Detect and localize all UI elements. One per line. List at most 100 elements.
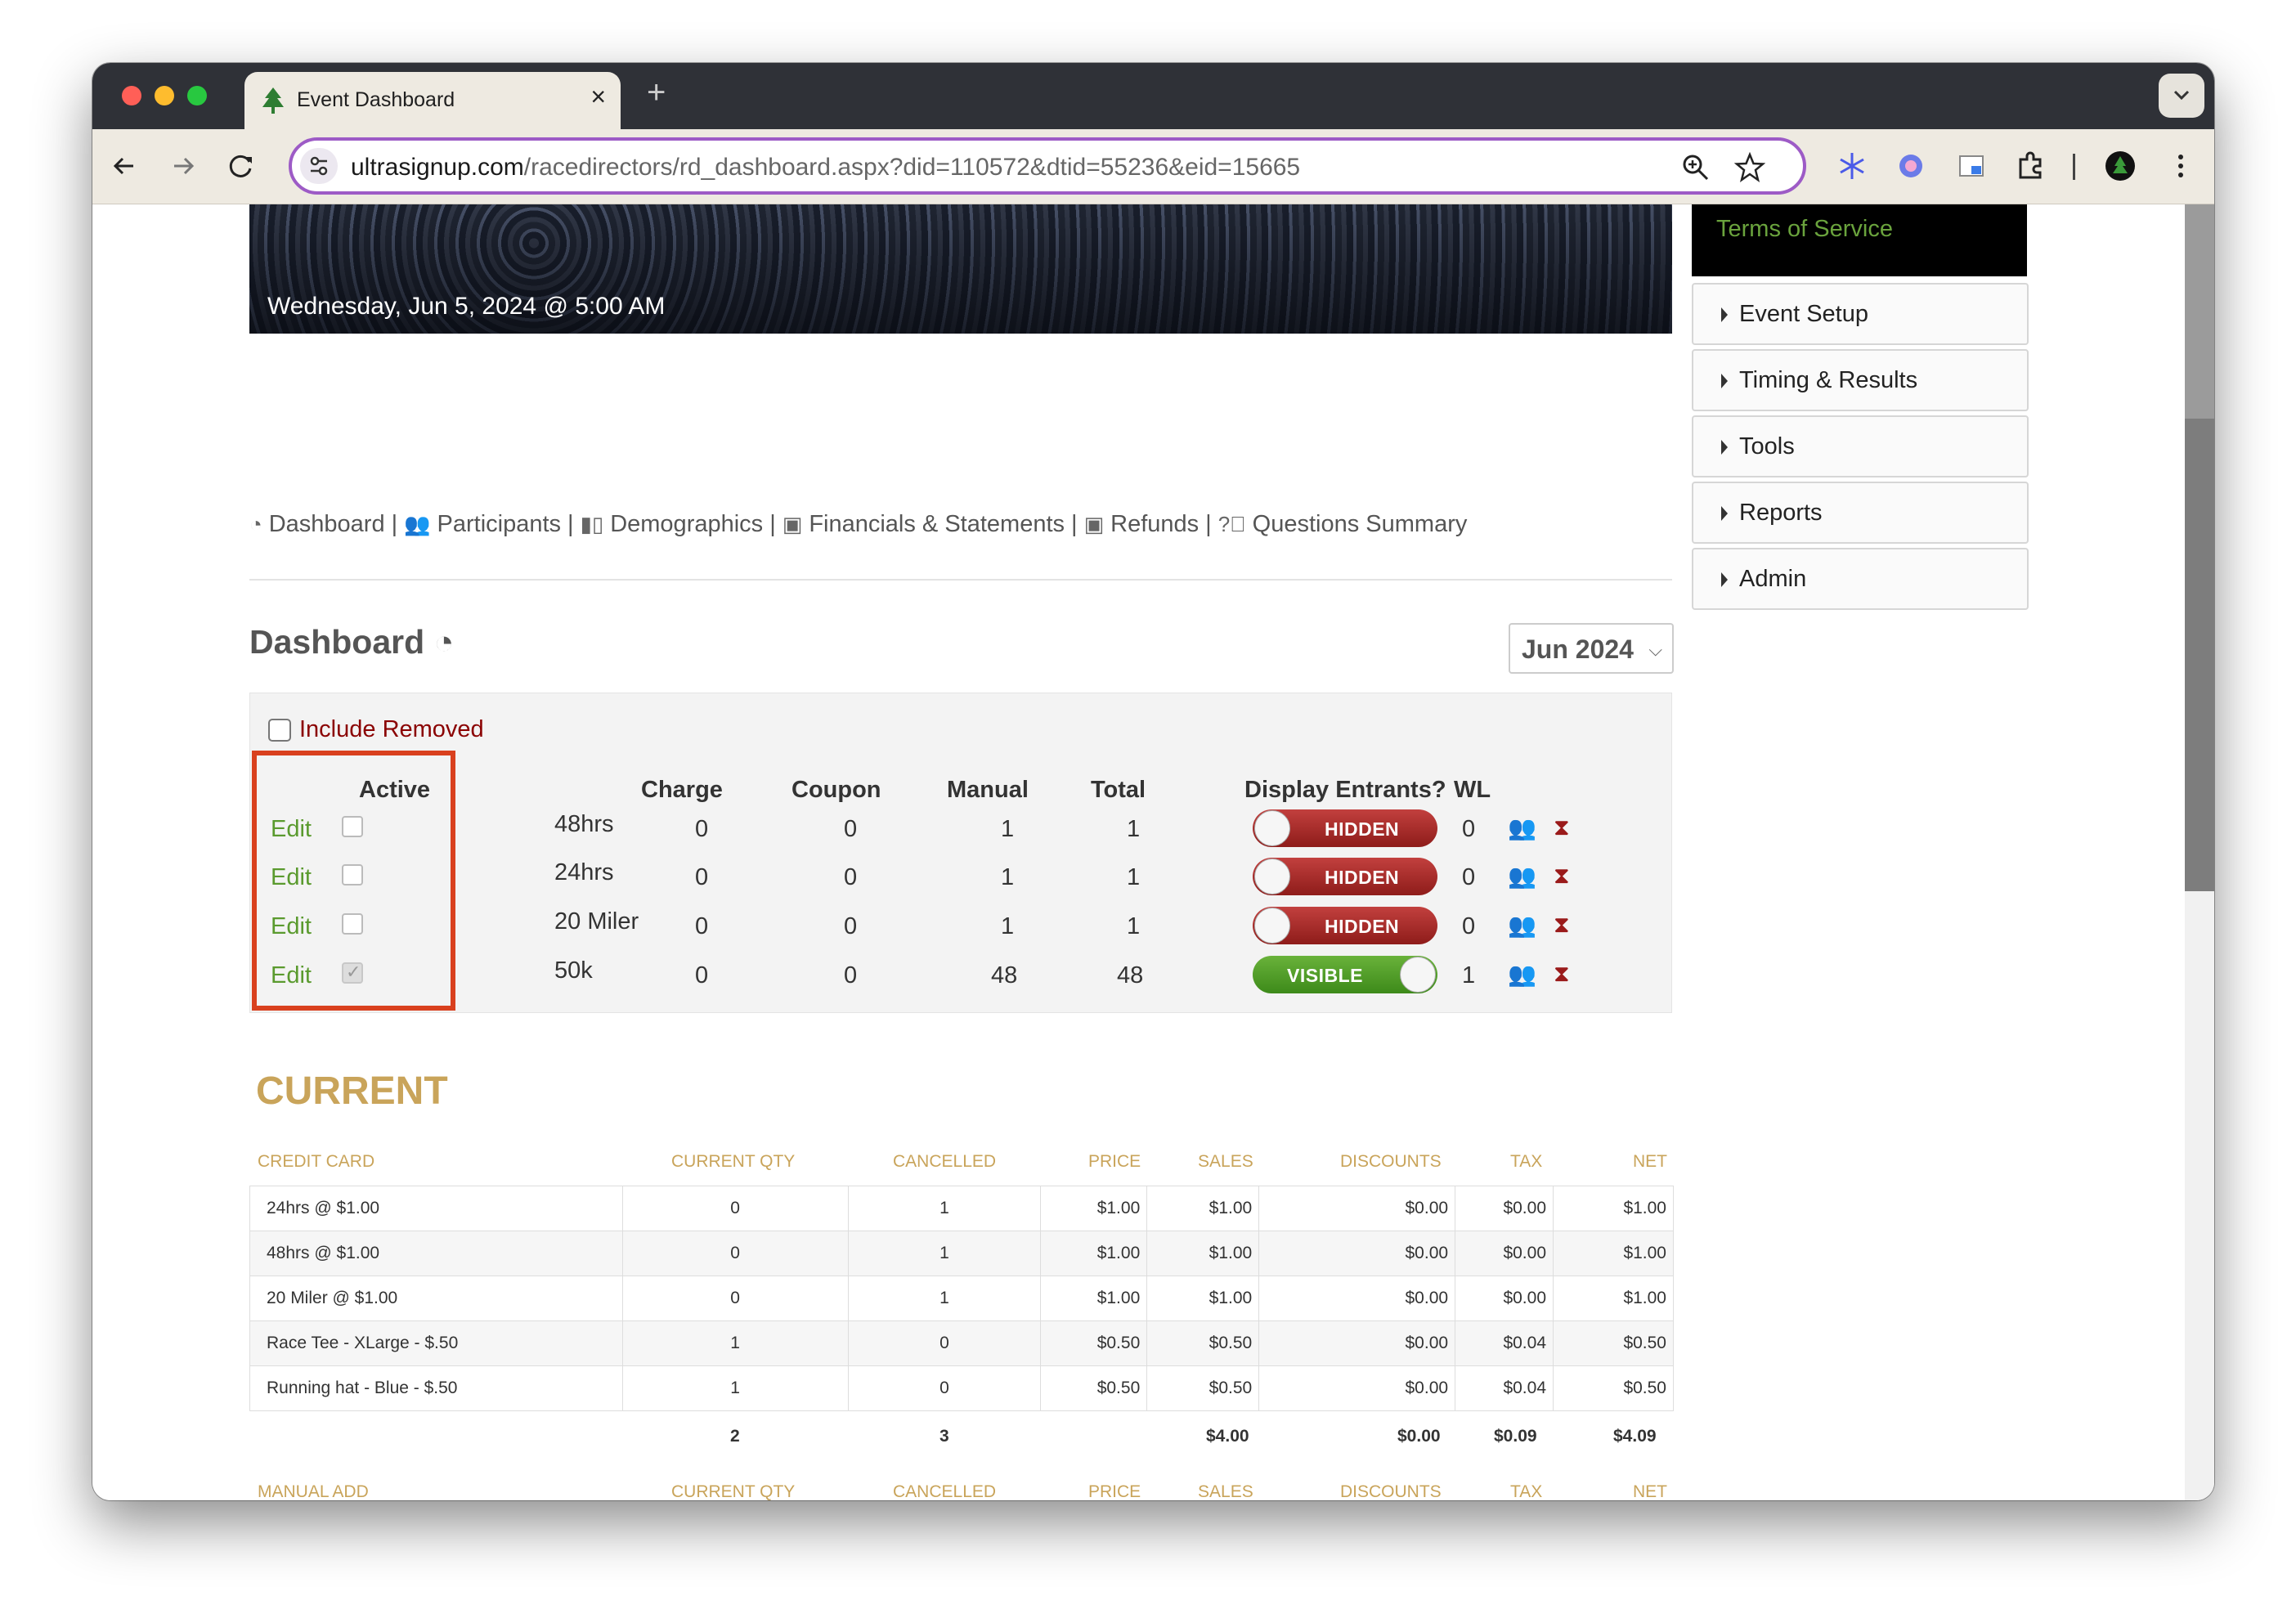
table-row: 24hrs @ $1.00 0 1 $1.00 $1.00 $0.00 $0.00 $1.00 — [249, 1186, 1674, 1231]
display-entrants-toggle[interactable]: HIDDEN — [1253, 907, 1437, 944]
tab-search-button[interactable] — [2159, 74, 2204, 118]
event-banner: Wednesday, Jun 5, 2024 @ 5:00 AM — [249, 204, 1672, 334]
users-icon[interactable]: 👥 — [1508, 961, 1536, 988]
minimize-window-button[interactable] — [155, 86, 174, 105]
edit-link[interactable]: Edit — [271, 864, 312, 891]
table-cell: 0 — [847, 1320, 1042, 1366]
users-icon[interactable]: 👥 — [1508, 863, 1536, 890]
wl-count: 0 — [1462, 864, 1476, 890]
new-tab-icon[interactable]: + — [647, 76, 666, 109]
nav-financials[interactable]: ▣ Financials & Statements — [783, 511, 1065, 538]
header-charge: Charge — [641, 777, 723, 803]
zoom-window-button[interactable] — [187, 86, 207, 105]
manual-count: 1 — [1001, 816, 1015, 842]
sidebar-item-tools[interactable]: Tools — [1692, 415, 2029, 477]
month-select[interactable]: Jun 2024 ⌵ — [1509, 623, 1674, 674]
nav-demographics[interactable]: ▮▯ Demographics — [581, 511, 764, 538]
active-checkbox[interactable] — [342, 962, 363, 984]
include-removed-checkbox[interactable] — [268, 718, 291, 742]
users-icon[interactable]: 👥 — [1508, 912, 1536, 939]
item-name-cell: 24hrs @ $1.00 — [249, 1186, 623, 1231]
include-removed-option[interactable]: Include Removed — [268, 716, 484, 743]
header-active: Active — [359, 777, 431, 803]
profile-avatar-icon[interactable] — [2104, 150, 2137, 182]
dashboard-gauge-icon: ◔ — [433, 623, 455, 661]
forward-arrow-icon[interactable] — [163, 146, 204, 186]
page-scrollbar[interactable] — [2185, 204, 2214, 1500]
terms-of-service-link[interactable]: Terms of Service — [1716, 216, 1893, 243]
nav-participants[interactable]: 👥 Participants — [404, 511, 561, 538]
col-header: TAX — [1510, 1482, 1543, 1500]
caret-right-icon — [1721, 440, 1728, 455]
edit-link[interactable]: Edit — [271, 913, 312, 940]
nav-refunds[interactable]: ▣ Refunds — [1084, 511, 1200, 538]
col-header: CANCELLED — [893, 1152, 997, 1171]
display-entrants-toggle[interactable]: HIDDEN — [1253, 809, 1437, 847]
close-window-button[interactable] — [122, 86, 141, 105]
hourglass-icon[interactable]: ⧗ — [1554, 912, 1570, 939]
event-name: 20 Miler — [554, 908, 639, 935]
edit-link[interactable]: Edit — [271, 816, 312, 843]
col-header: DISCOUNTS — [1340, 1482, 1442, 1500]
title-bar: Event Dashboard × + — [92, 63, 2214, 129]
table-cell: $1.00 — [1146, 1276, 1260, 1321]
display-entrants-toggle[interactable]: HIDDEN — [1253, 858, 1437, 895]
users-icon[interactable]: 👥 — [1508, 814, 1536, 841]
active-checkbox[interactable] — [342, 816, 363, 837]
reload-icon[interactable] — [221, 146, 262, 186]
extensions-puzzle-icon[interactable] — [2014, 150, 2047, 182]
col-header: SALES — [1198, 1482, 1253, 1500]
site-info-icon[interactable] — [300, 148, 338, 184]
wl-count: 0 — [1462, 913, 1476, 939]
table-cell: 1 — [621, 1320, 849, 1366]
hourglass-icon[interactable]: ⧗ — [1554, 863, 1570, 890]
money-bill-icon: ▣ — [1083, 512, 1105, 536]
charge-count: 0 — [695, 816, 709, 842]
event-name: 50k — [554, 957, 593, 984]
table-row: Race Tee - XLarge - $.50 1 0 $0.50 $0.50 $0.0… — [249, 1320, 1674, 1366]
caret-right-icon — [1721, 506, 1728, 521]
table-cell: $1.00 — [1040, 1186, 1148, 1231]
sidebar-item-reports[interactable]: Reports — [1692, 482, 2029, 544]
total-sales: $4.00 — [1206, 1427, 1249, 1446]
header-coupon: Coupon — [791, 777, 881, 803]
extension-snowflake-icon[interactable] — [1836, 150, 1868, 182]
active-checkbox[interactable] — [342, 913, 363, 935]
table-cell: 0 — [621, 1231, 849, 1276]
table-cell: $1.00 — [1553, 1276, 1674, 1321]
hourglass-icon[interactable]: ⧗ — [1554, 961, 1570, 988]
back-arrow-icon[interactable] — [104, 146, 145, 186]
address-bar[interactable]: ultrasignup.com/racedirectors/rd_dashboa… — [289, 137, 1806, 195]
sidebar-item-admin[interactable]: Admin — [1692, 548, 2029, 610]
table-cell: 1 — [847, 1276, 1042, 1321]
event-name: 24hrs — [554, 859, 614, 885]
coupon-count: 0 — [844, 913, 858, 939]
zoom-magnifier-icon[interactable] — [1680, 152, 1711, 183]
col-header: NET — [1633, 1482, 1667, 1500]
item-name-cell: Running hat - Blue - $.50 — [249, 1365, 623, 1411]
more-menu-icon[interactable] — [2164, 150, 2197, 182]
bookmark-star-icon[interactable] — [1734, 152, 1765, 183]
display-entrants-toggle[interactable]: VISIBLE — [1253, 956, 1437, 993]
active-checkbox[interactable] — [342, 864, 363, 885]
wl-count: 0 — [1462, 816, 1476, 842]
table-cell: 0 — [847, 1365, 1042, 1411]
url-text[interactable]: ultrasignup.com/racedirectors/rd_dashboa… — [351, 154, 1300, 182]
tab-close-icon[interactable]: × — [590, 83, 606, 110]
event-date: Wednesday, Jun 5, 2024 @ 5:00 AM — [267, 293, 666, 320]
manual-count: 48 — [991, 962, 1018, 989]
browser-tab[interactable]: Event Dashboard × — [244, 72, 621, 129]
nav-dashboard[interactable]: ◔ Dashboard — [249, 511, 385, 538]
manual-count: 1 — [1001, 913, 1015, 939]
charge-count: 0 — [695, 962, 709, 989]
extension-copilot-icon[interactable] — [1895, 150, 1927, 182]
table-cell: $0.00 — [1258, 1231, 1456, 1276]
edit-link[interactable]: Edit — [271, 962, 312, 989]
sidebar-header-box: Terms of Service — [1692, 204, 2027, 276]
extension-screenshot-icon[interactable] — [1955, 150, 1988, 182]
hourglass-icon[interactable]: ⧗ — [1554, 814, 1570, 841]
nav-questions-summary[interactable]: ?⃝ Questions Summary — [1218, 511, 1468, 538]
sidebar-item-timing-results[interactable]: Timing & Results — [1692, 349, 2029, 411]
wl-count: 1 — [1462, 962, 1476, 989]
sidebar-item-event-setup[interactable]: Event Setup — [1692, 283, 2029, 345]
